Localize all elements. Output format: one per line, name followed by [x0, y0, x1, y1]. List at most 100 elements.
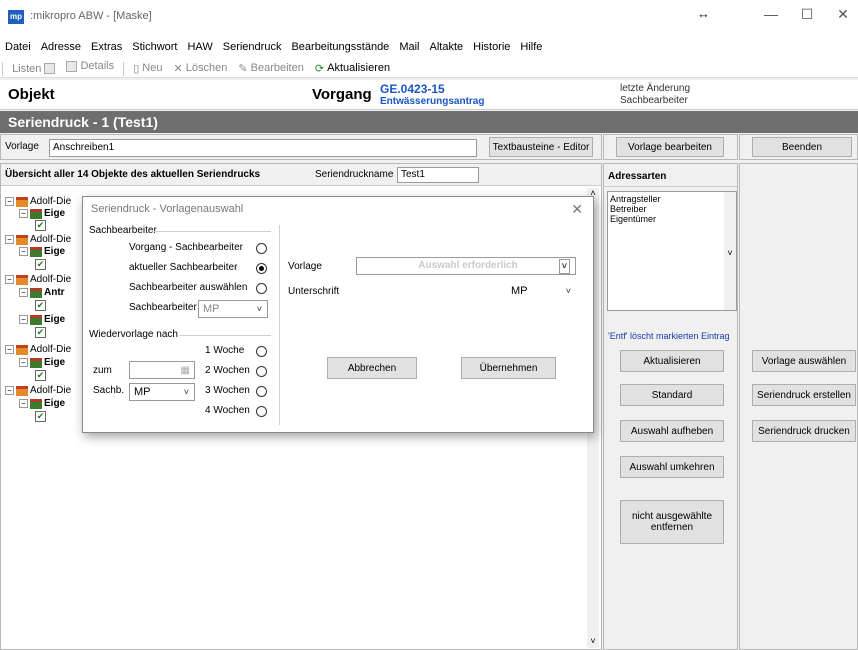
nicht-ausgewaehlte-entfernen-button[interactable]: nicht ausgewählte entfernen: [620, 500, 724, 544]
collapse-icon[interactable]: −: [5, 235, 14, 244]
collapse-icon[interactable]: −: [19, 247, 28, 256]
standard-button[interactable]: Standard: [620, 384, 724, 406]
menu-adresse[interactable]: Adresse: [36, 38, 86, 56]
aktualisieren-button[interactable]: ⟳ Aktualisieren: [311, 60, 394, 77]
loeschen-button[interactable]: ✕ Löschen: [170, 60, 232, 77]
seriendruck-erstellen-button[interactable]: Seriendruck erstellen: [752, 384, 856, 406]
chevron-down-icon: ˅: [558, 259, 570, 274]
auswahl-aufheben-button[interactable]: Auswahl aufheben: [620, 420, 724, 442]
w3-radio[interactable]: [256, 386, 267, 397]
vorlage-bearbeiten-button[interactable]: Vorlage bearbeiten: [616, 137, 724, 157]
sb-select[interactable]: MP ˅: [198, 300, 268, 318]
tree-node-item[interactable]: ✔: [35, 370, 46, 381]
menu-altakte[interactable]: Altakte: [424, 38, 468, 56]
close-icon[interactable]: ✕: [828, 6, 858, 26]
opt-sb-auswaehlen-radio[interactable]: [256, 283, 267, 294]
collapse-icon[interactable]: −: [19, 399, 28, 408]
collapse-icon[interactable]: −: [5, 345, 14, 354]
tree-node-group[interactable]: − Eige: [19, 398, 65, 409]
menu-datei[interactable]: Datei: [0, 38, 36, 56]
menu-bearbeitungsstaende[interactable]: Bearbeitungsstände: [286, 38, 394, 56]
chevron-down-icon[interactable]: ˅: [724, 248, 736, 258]
checkbox-checked[interactable]: ✔: [35, 300, 46, 311]
adressarten-list[interactable]: Antragsteller Betreiber Eigentümer ˅: [607, 191, 737, 311]
collapse-icon[interactable]: −: [19, 358, 28, 367]
dialog-close-icon[interactable]: ✕: [571, 201, 583, 218]
tree-node-address[interactable]: − Adolf-Die: [5, 234, 71, 245]
aktualisieren-list-button[interactable]: Aktualisieren: [620, 350, 724, 372]
calendar-icon[interactable]: ▦: [181, 363, 190, 379]
tree-node-item[interactable]: ✔: [35, 411, 46, 422]
details-button[interactable]: Details: [62, 58, 118, 74]
opt-aktueller-sb-radio[interactable]: [256, 263, 267, 274]
list-item[interactable]: Antragsteller: [608, 192, 736, 204]
collapse-icon[interactable]: −: [5, 275, 14, 284]
menu-historie[interactable]: Historie: [468, 38, 515, 56]
textbausteine-editor-button[interactable]: Textbausteine - Editor: [489, 137, 593, 157]
tree-node-address[interactable]: − Adolf-Die: [5, 196, 71, 207]
list-item[interactable]: Eigentümer: [608, 214, 736, 224]
checkbox-checked[interactable]: ✔: [35, 220, 46, 231]
tree-node-group[interactable]: − Antr: [19, 287, 65, 298]
house-icon: [16, 234, 28, 245]
checkbox-checked[interactable]: ✔: [35, 411, 46, 422]
tree-node-group[interactable]: − Eige: [19, 357, 65, 368]
beenden-button[interactable]: Beenden: [752, 137, 852, 157]
scroll-down-icon[interactable]: ˅: [587, 636, 599, 646]
menu-hilfe[interactable]: Hilfe: [515, 38, 547, 56]
tree-node-item[interactable]: ✔: [35, 220, 46, 231]
menu-stichwort[interactable]: Stichwort: [127, 38, 182, 56]
opt-vorgang-sb-label: Vorgang - Sachbearbeiter: [129, 242, 243, 253]
abbrechen-button[interactable]: Abbrechen: [327, 357, 417, 379]
neu-button[interactable]: ▯ Neu: [129, 60, 166, 77]
resize-arrows-icon[interactable]: ↔: [697, 6, 710, 21]
tree-node-address[interactable]: − Adolf-Die: [5, 274, 71, 285]
vorlage-select[interactable]: Auswahl erforderlich ˅: [356, 257, 576, 275]
tree-node-item[interactable]: ✔: [35, 300, 46, 311]
tree-node-group[interactable]: − Eige: [19, 314, 65, 325]
collapse-icon[interactable]: −: [5, 386, 14, 395]
collapse-icon[interactable]: −: [19, 315, 28, 324]
w4-radio[interactable]: [256, 406, 267, 417]
w1-radio[interactable]: [256, 346, 267, 357]
w2-radio[interactable]: [256, 366, 267, 377]
list-scrollbar[interactable]: ˅: [724, 192, 736, 310]
collapse-icon[interactable]: −: [5, 197, 14, 206]
house-icon: [16, 196, 28, 207]
sachb-select[interactable]: MP ˅: [129, 383, 195, 401]
uebernehmen-button[interactable]: Übernehmen: [461, 357, 556, 379]
tree-node-address[interactable]: − Adolf-Die: [5, 385, 71, 396]
menu-haw[interactable]: HAW: [182, 38, 217, 56]
collapse-icon[interactable]: −: [19, 209, 28, 218]
vorlage-field[interactable]: Anschreiben1: [49, 139, 477, 157]
auswahl-umkehren-button[interactable]: Auswahl umkehren: [620, 456, 724, 478]
tree-node-group[interactable]: − Eige: [19, 246, 65, 257]
vorlage-select-placeholder: Auswahl erforderlich: [418, 260, 518, 271]
neu-label: Neu: [142, 62, 163, 74]
zum-date-field[interactable]: ▦: [129, 361, 195, 379]
menu-extras[interactable]: Extras: [86, 38, 127, 56]
minimize-icon[interactable]: —: [756, 6, 786, 26]
listen-button[interactable]: Listen: [8, 61, 59, 77]
collapse-icon[interactable]: −: [19, 288, 28, 297]
list-item[interactable]: Betreiber: [608, 204, 736, 214]
tree-node-group[interactable]: − Eige: [19, 208, 65, 219]
bearbeiten-label: Bearbeiten: [250, 62, 304, 74]
unterschrift-select[interactable]: MP ˅: [501, 283, 576, 301]
tree-node-item[interactable]: ✔: [35, 327, 46, 338]
maximize-icon[interactable]: ☐: [792, 6, 822, 26]
tree-node-address[interactable]: − Adolf-Die: [5, 344, 71, 355]
seriendruck-drucken-button[interactable]: Seriendruck drucken: [752, 420, 856, 442]
checkbox-checked[interactable]: ✔: [35, 327, 46, 338]
opt-vorgang-sb-radio[interactable]: [256, 243, 267, 254]
bearbeiten-button[interactable]: ✎ Bearbeiten: [234, 60, 307, 77]
menu-seriendruck[interactable]: Seriendruck: [218, 38, 287, 56]
seriendruckname-field[interactable]: Test1: [397, 167, 479, 183]
checkbox-checked[interactable]: ✔: [35, 259, 46, 270]
opt-sb-auswaehlen-label: Sachbearbeiter auswählen: [129, 282, 248, 293]
vorlage-auswaehlen-button[interactable]: Vorlage auswählen: [752, 350, 856, 372]
tree-node-item[interactable]: ✔: [35, 259, 46, 270]
menu-mail[interactable]: Mail: [394, 38, 424, 56]
checkbox-checked[interactable]: ✔: [35, 370, 46, 381]
vorgang-number[interactable]: GE.0423-15: [380, 82, 445, 96]
